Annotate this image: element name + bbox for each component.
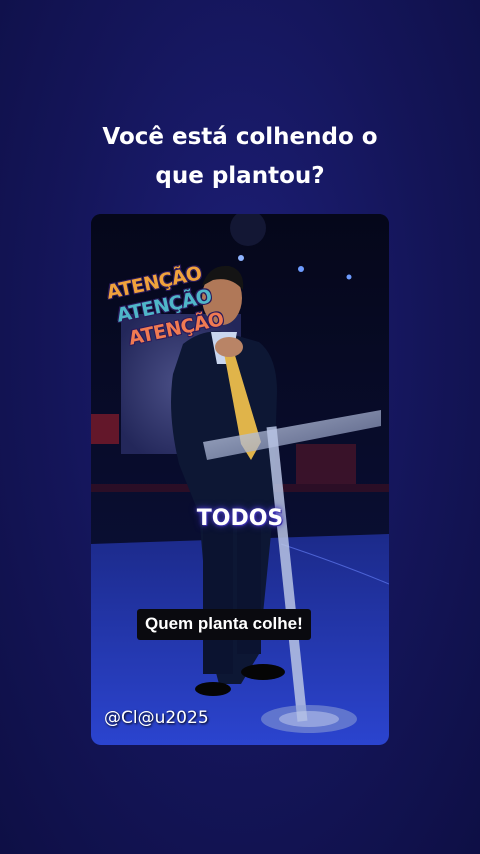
creator-watermark: @Cl@u2025 xyxy=(104,708,209,728)
video-caption: Quem planta colhe! xyxy=(137,609,311,640)
headline-line-1: Você está colhendo o xyxy=(102,124,378,150)
video-player[interactable]: ATENÇÃO ATENÇÃO ATENÇÃO TODOS Quem plant… xyxy=(91,214,389,745)
emphasis-word: TODOS xyxy=(196,506,284,531)
headline-line-2: que plantou? xyxy=(155,163,325,189)
post-headline: Você está colhendo o que plantou? xyxy=(0,118,480,196)
